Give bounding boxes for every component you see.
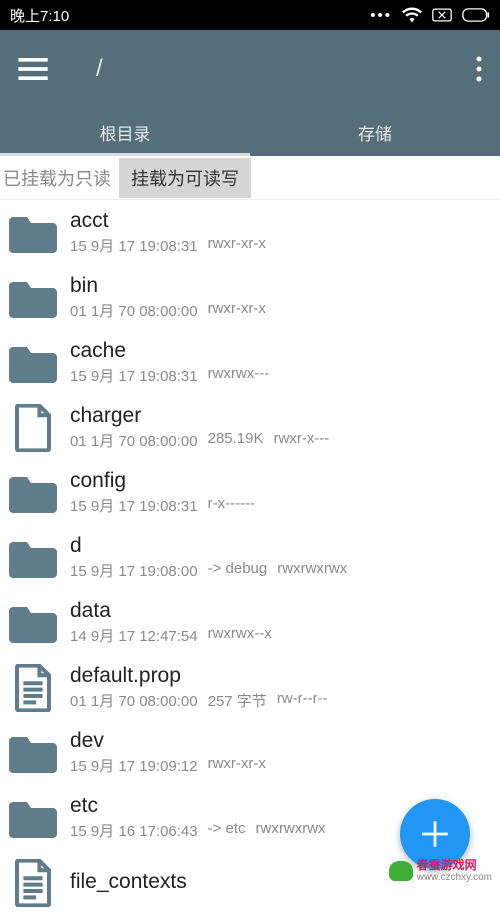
watermark: 春蚕游戏网 www.czchxy.com [389,859,492,883]
file-date: 15 9月 17 19:08:00 [70,560,198,581]
folder-icon [8,468,58,518]
list-item[interactable]: d15 9月 17 19:08:00 -> debug rwxrwxrwx [0,525,500,590]
breadcrumb-path[interactable]: / [48,55,476,83]
file-date: 15 9月 17 19:08:31 [70,495,198,516]
file-perm: rw-r--r-- [277,690,328,711]
list-item[interactable]: config15 9月 17 19:08:31 r-x------ [0,460,500,525]
file-date: 01 1月 70 08:00:00 [70,300,198,321]
mount-status: 已挂载为只读 挂载为可读写 [0,156,500,200]
app-bar-top: / [0,30,500,108]
file-name: cache [70,339,500,363]
file-meta: 14 9月 17 12:47:54 rwxrwx--x [70,625,500,646]
list-item[interactable]: cache15 9月 17 19:08:31 rwxrwx--- [0,330,500,395]
file-perm: rwxrwxrwx [277,560,347,581]
list-item[interactable]: dev15 9月 17 19:09:12 rwxr-xr-x [0,720,500,785]
folder-icon [8,598,58,648]
file-perm: rwxr-xr-x [208,300,266,321]
file-perm: rwxr-xr-x [208,235,266,256]
folder-icon [8,533,58,583]
file-name: charger [70,404,500,428]
textfile-icon [8,663,58,713]
plus-icon [418,817,452,851]
file-perm: rwxrwxrwx [256,820,326,841]
wifi-icon [402,7,422,23]
folder-icon [8,793,58,843]
file-name: config [70,469,500,493]
list-item[interactable]: bin01 1月 70 08:00:00 rwxr-xr-x [0,265,500,330]
file-size: 257 字节 [208,690,267,711]
file-name: acct [70,209,500,233]
file-meta: 15 9月 17 19:08:31 rwxr-xr-x [70,235,500,256]
file-link: -> etc [208,820,246,841]
file-size: 285.19K [208,430,264,451]
file-date: 15 9月 17 19:08:31 [70,235,198,256]
file-perm: rwxr-x--- [274,430,330,451]
more-icon[interactable] [476,56,482,82]
file-date: 01 1月 70 08:00:00 [70,690,198,711]
mount-rw-button[interactable]: 挂载为可读写 [119,158,251,198]
file-meta: 15 9月 17 19:08:31 r-x------ [70,495,500,516]
textfile-icon [8,858,58,908]
watermark-logo-icon [389,861,413,881]
file-link: -> debug [208,560,268,581]
file-date: 14 9月 17 12:47:54 [70,625,198,646]
file-meta: 15 9月 17 19:08:31 rwxrwx--- [70,365,500,386]
file-name: bin [70,274,500,298]
file-perm: rwxr-xr-x [208,755,266,776]
file-meta: 15 9月 17 19:08:00 -> debug rwxrwxrwx [70,560,500,581]
folder-icon [8,273,58,323]
file-date: 15 9月 16 17:06:43 [70,820,198,841]
file-meta: 15 9月 17 19:09:12 rwxr-xr-x [70,755,500,776]
list-item[interactable]: data14 9月 17 12:47:54 rwxrwx--x [0,590,500,655]
status-bar: 晚上7:10 ••• [0,0,500,30]
file-name: default.prop [70,664,500,688]
file-perm: r-x------ [208,495,255,516]
file-date: 15 9月 17 19:09:12 [70,755,198,776]
file-meta: 01 1月 70 08:00:00 285.19K rwxr-x--- [70,430,500,451]
list-item[interactable]: charger01 1月 70 08:00:00 285.19K rwxr-x--- [0,395,500,460]
file-perm: rwxrwx--x [208,625,272,646]
tabs: 根目录存储 [0,108,500,156]
file-name: d [70,534,500,558]
folder-icon [8,208,58,258]
file-meta: 01 1月 70 08:00:00 257 字节 rw-r--r-- [70,690,500,711]
file-icon [8,403,58,453]
menu-icon[interactable] [18,58,48,80]
app-bar: / 根目录存储 [0,30,500,156]
file-name: data [70,599,500,623]
close-box-icon [432,8,452,22]
watermark-name: 春蚕游戏网 [417,859,492,872]
file-meta: 01 1月 70 08:00:00 rwxr-xr-x [70,300,500,321]
file-perm: rwxrwx--- [208,365,270,386]
folder-icon [8,338,58,388]
status-icons: ••• [370,7,490,24]
file-date: 15 9月 17 19:08:31 [70,365,198,386]
file-name: dev [70,729,500,753]
status-time: 晚上7:10 [10,5,370,26]
signal-dots-icon: ••• [370,7,392,24]
file-date: 01 1月 70 08:00:00 [70,430,198,451]
battery-icon [462,8,490,22]
list-item[interactable]: acct15 9月 17 19:08:31 rwxr-xr-x [0,200,500,265]
folder-icon [8,728,58,778]
list-item[interactable]: default.prop01 1月 70 08:00:00 257 字节 rw-r-… [0,655,500,720]
watermark-url: www.czchxy.com [417,872,492,883]
tab-0[interactable]: 根目录 [0,108,250,156]
tab-1[interactable]: 存储 [250,108,500,156]
mount-readonly-label: 已挂载为只读 [0,165,111,191]
